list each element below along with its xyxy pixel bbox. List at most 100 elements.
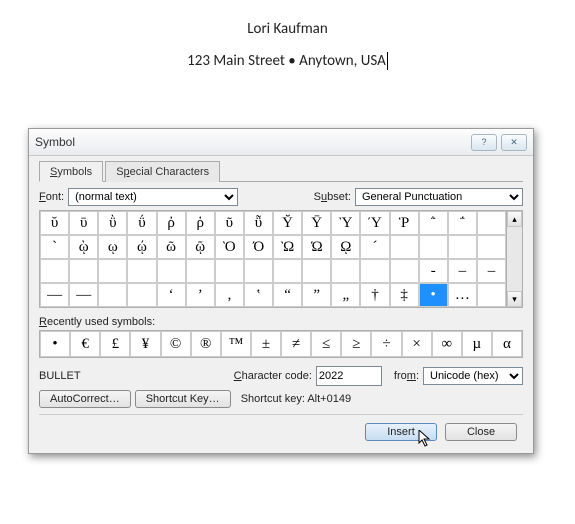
symbol-cell[interactable]: ‡ [390,283,419,307]
symbol-cell[interactable] [98,283,127,307]
shortcut-text: Shortcut key: Alt+0149 [241,393,351,405]
symbol-cell[interactable]: ’ [186,283,215,307]
recent-cell[interactable]: α [492,331,522,357]
symbol-cell[interactable] [98,259,127,283]
recent-cell[interactable]: © [161,331,191,357]
symbol-cell[interactable]: Ό [244,235,273,259]
symbol-cell[interactable]: “ [273,283,302,307]
recent-cell[interactable]: € [70,331,100,357]
help-button[interactable]: ? [471,134,497,151]
symbol-cell[interactable]: Ῥ [390,211,419,235]
recent-symbols[interactable]: •€£¥©®™±≠≤≥÷×∞µα [39,330,523,358]
symbol-cell[interactable]: ῤ [157,211,186,235]
symbol-cell[interactable]: ῲ [69,235,98,259]
recent-cell[interactable]: ® [191,331,221,357]
symbol-cell[interactable]: ” [302,283,331,307]
symbol-cell[interactable] [157,259,186,283]
symbol-cell[interactable]: – [477,259,506,283]
symbol-cell[interactable] [419,235,448,259]
symbol-cell[interactable]: ῼ [331,235,360,259]
symbol-cell[interactable]: ‐ [419,259,448,283]
symbol-cell[interactable]: Ύ [360,211,389,235]
tab-special-chars[interactable]: Special Characters [105,161,220,182]
symbol-cell[interactable] [244,259,273,283]
symbol-cell[interactable]: ‒ [448,259,477,283]
font-select[interactable]: (normal text) [68,188,238,206]
recent-cell[interactable]: ¥ [130,331,160,357]
symbol-cell[interactable]: „ [331,283,360,307]
symbol-cell[interactable] [390,235,419,259]
symbol-cell[interactable] [186,259,215,283]
symbol-cell[interactable] [127,259,156,283]
recent-cell[interactable]: ∞ [432,331,462,357]
symbol-cell[interactable]: Ῠ [273,211,302,235]
doc-address: 123 Main Street • Anytown, USA [0,52,575,70]
recent-cell[interactable]: ± [251,331,281,357]
titlebar[interactable]: Symbol ? ✕ [29,129,533,156]
symbol-cell[interactable]: Ώ [302,235,331,259]
scroll-down-icon[interactable]: ▾ [507,291,522,307]
grid-scrollbar[interactable]: ▴ ▾ [507,210,523,308]
symbol-cell[interactable] [360,259,389,283]
recent-cell[interactable]: • [40,331,70,357]
subset-select[interactable]: General Punctuation [355,188,523,206]
symbol-cell[interactable] [273,259,302,283]
charcode-input[interactable] [316,366,382,386]
autocorrect-button[interactable]: AutoCorrect… [39,390,131,408]
from-select[interactable]: Unicode (hex) [423,367,523,385]
symbol-cell[interactable]: ῭ [419,211,448,235]
symbol-cell[interactable]: ῢ [98,211,127,235]
symbol-grid[interactable]: ῠῡῢΰῤῥῦῧῨῩῪΎῬ῭΅ `ῲῳῴῶῷῸΌῺΏῼ´ ‐‒– —― ‘’‚‛“”„†… [40,211,506,307]
symbol-cell[interactable]: ῳ [98,235,127,259]
recent-cell[interactable]: ÷ [371,331,401,357]
symbol-cell[interactable] [477,211,506,235]
symbol-cell[interactable]: ῧ [244,211,273,235]
recent-cell[interactable]: £ [100,331,130,357]
close-button[interactable]: Close [445,423,517,441]
symbol-cell[interactable]: Ὼ [273,235,302,259]
symbol-cell[interactable] [127,283,156,307]
symbol-cell[interactable]: ΅ [448,211,477,235]
scroll-up-icon[interactable]: ▴ [507,211,522,227]
symbol-cell[interactable]: ΰ [127,211,156,235]
symbol-cell[interactable]: ῷ [186,235,215,259]
symbol-cell[interactable]: ῡ [69,211,98,235]
symbol-cell[interactable]: … [448,283,477,307]
symbol-cell[interactable] [448,235,477,259]
symbol-cell[interactable] [477,283,506,307]
symbol-cell[interactable]: ‛ [244,283,273,307]
insert-button[interactable]: Insert [365,423,437,441]
symbol-cell[interactable]: Ὸ [215,235,244,259]
symbol-cell[interactable]: ῶ [157,235,186,259]
symbol-cell[interactable] [477,235,506,259]
symbol-cell[interactable] [331,259,360,283]
symbol-cell[interactable] [302,259,331,283]
symbol-cell[interactable]: • [419,283,448,307]
recent-cell[interactable]: µ [462,331,492,357]
symbol-cell[interactable]: ‚ [215,283,244,307]
shortcutkey-button[interactable]: Shortcut Key… [135,390,231,408]
recent-cell[interactable]: ≤ [311,331,341,357]
recent-cell[interactable]: ≥ [341,331,371,357]
tab-symbols[interactable]: Symbols [39,161,103,182]
symbol-cell[interactable]: Ῡ [302,211,331,235]
symbol-cell[interactable]: ῦ [215,211,244,235]
symbol-cell[interactable]: ῠ [40,211,69,235]
symbol-cell[interactable] [390,259,419,283]
symbol-cell[interactable]: † [360,283,389,307]
symbol-cell[interactable] [215,259,244,283]
symbol-cell[interactable]: ῴ [127,235,156,259]
symbol-cell[interactable]: ‘ [157,283,186,307]
recent-cell[interactable]: ™ [221,331,251,357]
symbol-cell[interactable]: ῥ [186,211,215,235]
symbol-cell[interactable] [40,259,69,283]
symbol-cell[interactable]: — [40,283,69,307]
close-window-button[interactable]: ✕ [501,134,527,151]
recent-cell[interactable]: ≠ [281,331,311,357]
symbol-cell[interactable]: ´ [360,235,389,259]
symbol-cell[interactable] [69,259,98,283]
symbol-cell[interactable]: ` [40,235,69,259]
recent-cell[interactable]: × [402,331,432,357]
symbol-cell[interactable]: ― [69,283,98,307]
symbol-cell[interactable]: Ὺ [331,211,360,235]
